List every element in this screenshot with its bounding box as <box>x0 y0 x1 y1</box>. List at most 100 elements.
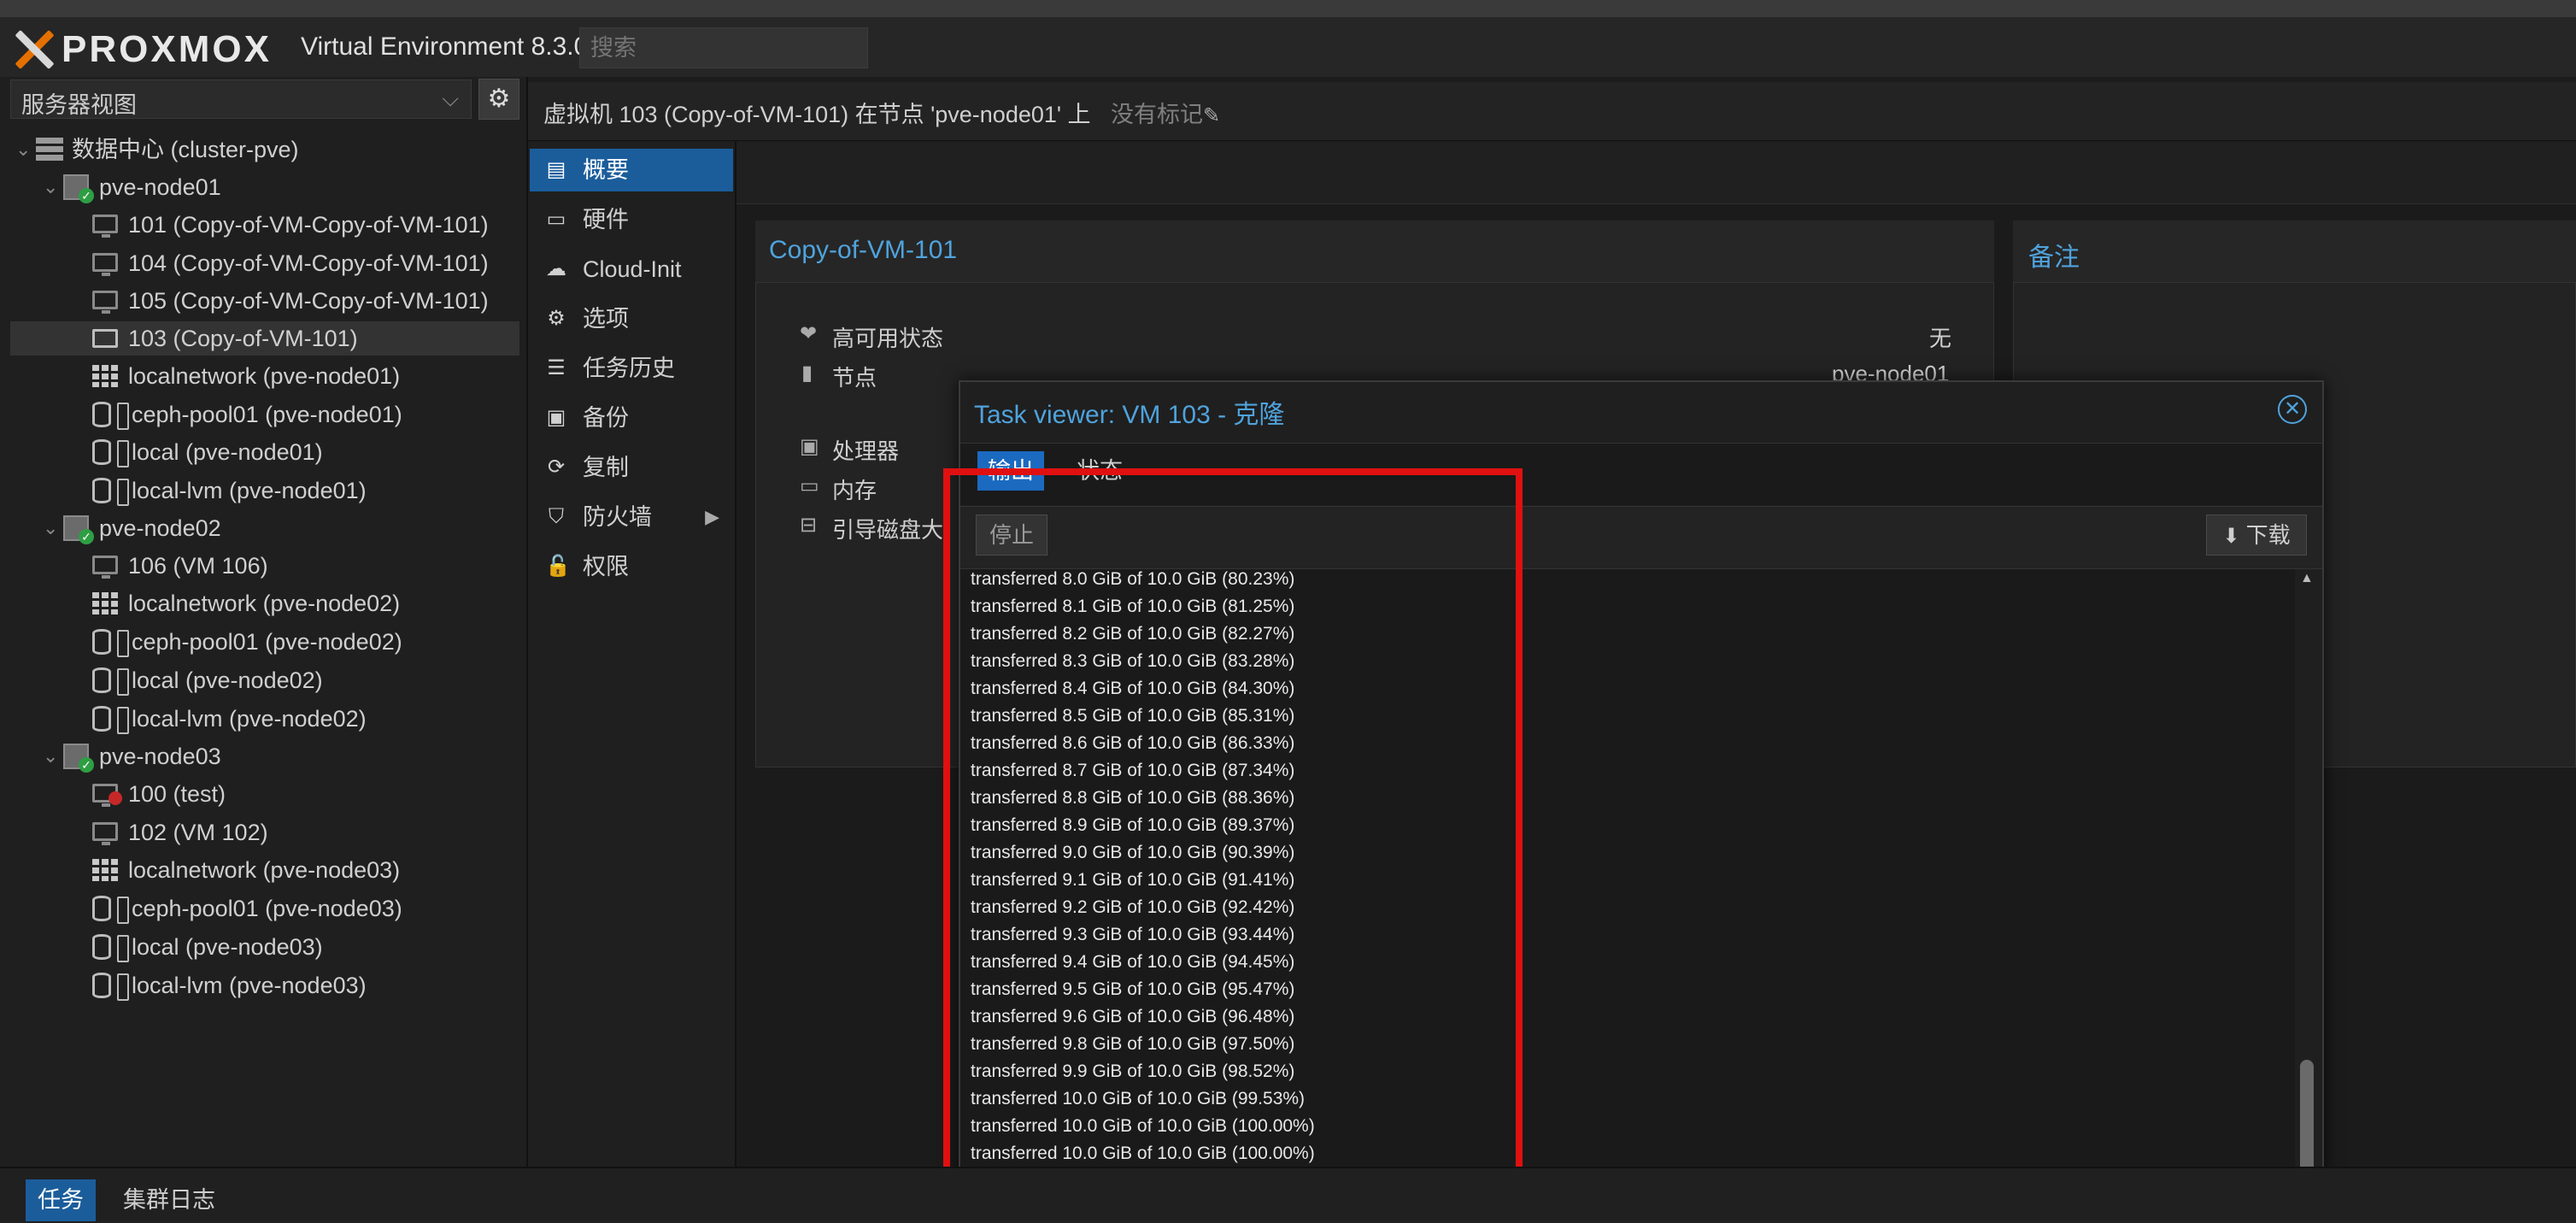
online-check-icon: ✓ <box>79 757 94 773</box>
online-check-icon: ✓ <box>79 529 94 544</box>
node-online-icon: ✓ <box>63 515 94 544</box>
tree-item-label: local-lvm (pve-node03) <box>132 973 367 998</box>
tree-storage[interactable]: local (pve-node03) <box>10 930 519 964</box>
tags-label: 没有标记 <box>1111 102 1203 127</box>
vm-nav-panel <box>528 142 736 1167</box>
tags-editor[interactable]: 没有标记✎ <box>1111 96 1220 129</box>
tree-node[interactable]: ⌄ ✓ pve-node03 <box>10 739 519 773</box>
tree-vm[interactable]: 104 (Copy-of-VM-Copy-of-VM-101) <box>10 246 519 280</box>
submenu-arrow-icon: ▶ <box>705 506 719 527</box>
tree-item-label: 105 (Copy-of-VM-Copy-of-VM-101) <box>128 288 489 314</box>
tree-datacenter[interactable]: ⌄ 数据中心 (cluster-pve) <box>10 132 519 167</box>
monitor-icon: ▭ <box>546 208 566 231</box>
vm-locked-icon <box>92 329 118 348</box>
tree-vm-stopped[interactable]: 100 (test) <box>10 777 519 811</box>
nav-item-2[interactable]: ☁ Cloud-Init <box>530 248 733 291</box>
cpu-icon: ▣ <box>800 435 819 458</box>
vm-icon <box>92 215 118 238</box>
brand-text: PROXMOX <box>62 28 272 70</box>
scroll-up-arrow[interactable]: ▲ <box>2300 571 2314 586</box>
tree-network[interactable]: localnetwork (pve-node03) <box>10 853 519 887</box>
floppy-icon: ▣ <box>546 406 566 429</box>
nav-item-1[interactable]: ▭ 硬件 <box>530 198 733 241</box>
nav-item-label: 选项 <box>583 306 629 332</box>
server-icon: ▮ <box>801 362 813 385</box>
version-label: Virtual Environment 8.3.0 <box>301 32 589 61</box>
vm-title: 虚拟机 103 (Copy-of-VM-101) 在节点 'pve-node01… <box>543 102 1091 127</box>
nav-item-3[interactable]: ⚙ 选项 <box>530 297 733 340</box>
tree-item-label: localnetwork (pve-node03) <box>128 857 401 883</box>
storage-icon <box>92 706 129 734</box>
tree-item-label: 104 (Copy-of-VM-Copy-of-VM-101) <box>128 250 489 276</box>
storage-icon <box>92 402 129 430</box>
storage-icon <box>92 896 129 924</box>
nav-item-label: 任务历史 <box>583 356 675 381</box>
proxmox-x-icon <box>12 27 56 72</box>
tree-storage[interactable]: local (pve-node01) <box>10 435 519 469</box>
tree-network[interactable]: localnetwork (pve-node01) <box>10 359 519 393</box>
network-icon <box>92 365 118 387</box>
network-icon <box>92 592 118 614</box>
ha-value: 无 <box>1929 326 1952 351</box>
tree-vm[interactable]: 106 (VM 106) <box>10 549 519 583</box>
nav-item-label: Cloud-Init <box>583 256 682 282</box>
retweet-icon: ⟳ <box>547 456 566 479</box>
expander-icon[interactable]: ⌄ <box>43 511 58 545</box>
nav-item-6[interactable]: ⟳ 复制 <box>530 446 733 489</box>
tree-item-label: pve-node03 <box>99 744 221 769</box>
tree-item-label: 106 (VM 106) <box>128 553 268 579</box>
expander-icon[interactable]: ⌄ <box>15 132 31 167</box>
close-button[interactable]: ✕ <box>2278 395 2307 424</box>
tree-item-label: local (pve-node02) <box>132 667 323 693</box>
bootdisk-label: 引导磁盘大 <box>832 517 944 543</box>
heartbeat-icon: ❤ <box>800 322 818 345</box>
tree-item-label: ceph-pool01 (pve-node03) <box>132 896 402 921</box>
tree-storage[interactable]: ceph-pool01 (pve-node01) <box>10 397 519 432</box>
tab-cluster-log[interactable]: 集群日志 <box>123 1179 215 1221</box>
memory-icon: ▭ <box>800 474 819 497</box>
tree-vm-selected[interactable]: 103 (Copy-of-VM-101) <box>10 321 519 356</box>
datacenter-icon <box>36 138 63 162</box>
highlight-annotation <box>943 468 1523 1221</box>
book-icon: ▤ <box>546 158 566 181</box>
tree-node[interactable]: ⌄ ✓ pve-node02 <box>10 511 519 545</box>
tree-vm[interactable]: 105 (Copy-of-VM-Copy-of-VM-101) <box>10 284 519 318</box>
download-icon: ⬇ <box>2222 525 2240 548</box>
tree-item-label: 101 (Copy-of-VM-Copy-of-VM-101) <box>128 212 489 238</box>
nav-item-8[interactable]: 🔓 权限 <box>530 545 733 588</box>
view-select[interactable]: 服务器视图 ⌵ <box>10 79 472 119</box>
tree-vm[interactable]: 102 (VM 102) <box>10 815 519 850</box>
tree-node[interactable]: ⌄ ✓ pve-node01 <box>10 170 519 204</box>
vm-icon <box>92 253 118 276</box>
nav-item-label: 硬件 <box>583 207 629 232</box>
tree-item-label: local (pve-node03) <box>132 934 323 960</box>
status-panel-title: Copy-of-VM-101 <box>769 236 958 264</box>
tree-storage[interactable]: local-lvm (pve-node01) <box>10 473 519 508</box>
tree-network[interactable]: localnetwork (pve-node02) <box>10 586 519 620</box>
cpu-label: 处理器 <box>832 438 900 464</box>
tree-item-label: 100 (test) <box>128 781 226 807</box>
tree-vm[interactable]: 101 (Copy-of-VM-Copy-of-VM-101) <box>10 208 519 242</box>
node-online-icon: ✓ <box>63 744 94 773</box>
expander-icon[interactable]: ⌄ <box>43 739 58 773</box>
tree-storage[interactable]: ceph-pool01 (pve-node02) <box>10 625 519 659</box>
nav-item-0[interactable]: ▤ 概要 <box>530 149 733 191</box>
tree-storage[interactable]: local-lvm (pve-node02) <box>10 702 519 736</box>
chevron-down-icon: ⌵ <box>442 85 459 111</box>
download-button[interactable]: ⬇ 下载 <box>2206 514 2307 556</box>
tree-settings-button[interactable]: ⚙ <box>478 79 519 120</box>
expander-icon[interactable]: ⌄ <box>43 170 58 204</box>
notes-panel-header <box>2013 220 2576 283</box>
hdd-icon: ⊟ <box>800 514 818 537</box>
pencil-icon: ✎ <box>1203 104 1221 127</box>
ha-label: 高可用状态 <box>832 326 944 351</box>
search-input[interactable] <box>579 27 868 68</box>
tree-storage[interactable]: local-lvm (pve-node03) <box>10 968 519 1003</box>
tree-storage[interactable]: local (pve-node02) <box>10 663 519 697</box>
nav-item-5[interactable]: ▣ 备份 <box>530 397 733 439</box>
tab-tasks[interactable]: 任务 <box>26 1179 96 1221</box>
tree-storage[interactable]: ceph-pool01 (pve-node03) <box>10 891 519 926</box>
nav-item-4[interactable]: ☰ 任务历史 <box>530 347 733 390</box>
nav-item-7[interactable]: ⛉ 防火墙 ▶ <box>530 496 733 538</box>
vm-icon <box>92 291 118 314</box>
